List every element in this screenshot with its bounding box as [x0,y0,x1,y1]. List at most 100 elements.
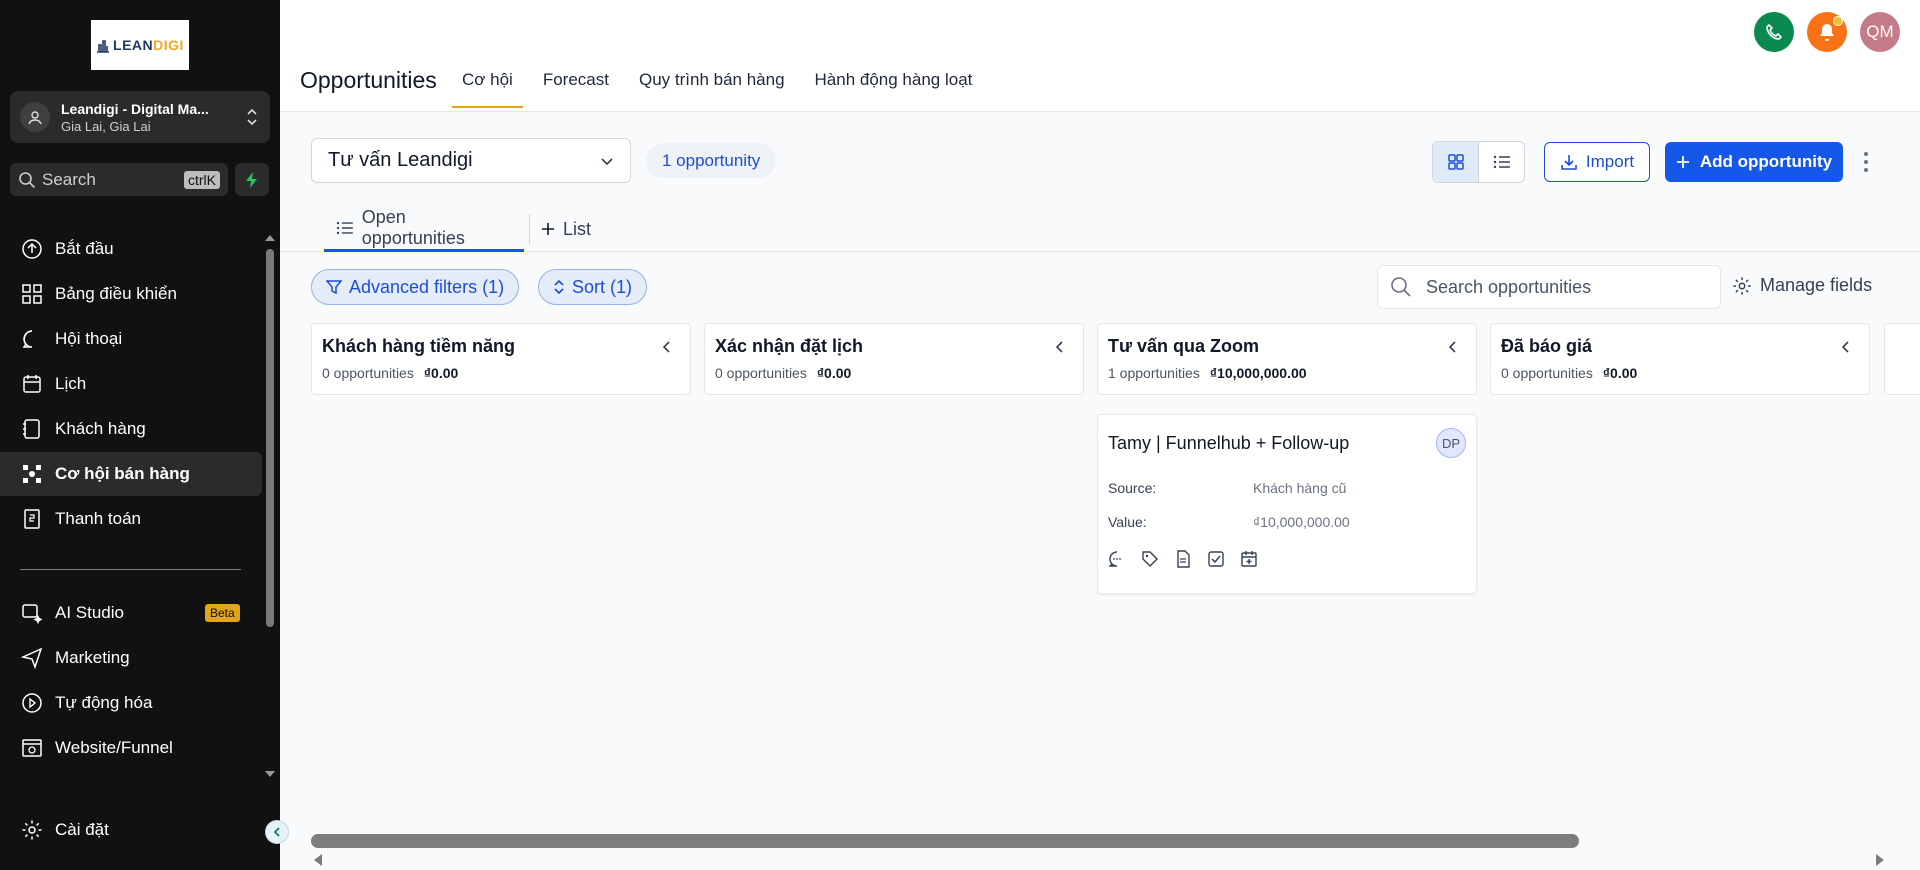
view-toggle [1432,141,1525,183]
nav-item-ai-studio[interactable]: AI Studio Beta [0,591,262,635]
opportunity-card[interactable]: Tamy | Funnelhub + Follow-up DP Source: … [1097,414,1477,594]
account-name: Leandigi - Digital Ma... [61,100,209,117]
add-opportunity-button[interactable]: Add opportunity [1665,142,1843,182]
account-switcher[interactable]: Leandigi - Digital Ma... Gia Lai, Gia La… [10,91,270,143]
filters-label: Advanced filters (1) [349,276,505,297]
tab-open-opportunities[interactable]: Open opportunities [324,206,524,252]
appointment-icon[interactable] [1240,550,1260,570]
nav-divider [20,569,241,570]
sort-button[interactable]: Sort (1) [538,269,648,305]
stage-count: 0 opportunities [715,365,807,381]
tab-forecast[interactable]: Forecast [543,60,609,100]
manage-fields-label: Manage fields [1760,275,1873,295]
board-horizontal-scrollbar[interactable] [311,834,1920,870]
import-label: Import [1585,152,1635,171]
nav-item-website[interactable]: Website/Funnel [0,726,262,770]
phone-icon [1766,23,1783,40]
nav-label: Website/Funnel [55,738,173,757]
nav-label: Cơ hội bán hàng [55,464,190,483]
nav-item-settings[interactable]: Cài đặt [0,808,262,852]
collapse-column-icon[interactable] [1446,340,1460,354]
calendar-icon [20,372,44,396]
stage-column-header[interactable]: Đã báo giá 0 opportunities ₫0.00 [1490,323,1870,395]
horizontal-scroll-thumb[interactable] [311,834,1579,848]
nav-item-automation[interactable]: Tự động hóa [0,681,262,725]
nav-item-calendar[interactable]: Lịch [0,362,262,406]
task-icon[interactable] [1207,550,1227,570]
message-icon[interactable] [1108,550,1128,570]
tab-sales-process[interactable]: Quy trình bán hàng [639,60,785,100]
note-icon[interactable] [1174,550,1194,570]
nav-label: Bắt đầu [55,239,114,258]
scroll-left-icon[interactable] [314,854,322,866]
add-list-tab[interactable]: List [541,206,591,252]
more-options-icon[interactable] [1858,149,1874,175]
list-view-button[interactable] [1478,142,1524,182]
phone-button[interactable] [1754,12,1794,52]
scroll-up-icon [265,235,275,241]
nav-item-payments[interactable]: Thanh toán [0,497,262,541]
logo-mark-icon [97,40,110,53]
stage-count: 0 opportunities [322,365,414,381]
nav-item-opportunities[interactable]: Cơ hội bán hàng [0,452,262,496]
brand-logo[interactable]: LEAN DIGI [91,20,189,70]
search-opportunities-input[interactable]: Search opportunities [1377,265,1721,309]
sidebar-search[interactable]: Search ctrlK [10,163,228,196]
stage-value: ₫0.00 [816,365,852,381]
list-icon [336,221,353,234]
stage-column-header[interactable]: Khách hàng tiềm năng 0 opportunities ₫0.0… [311,323,691,395]
advanced-filters-button[interactable]: Advanced filters (1) [311,269,520,305]
header-tabs: Cơ hội Forecast Quy trình bán hàng Hành … [452,60,1002,108]
view-tabs: Open opportunities List [280,206,1920,252]
nav-label: Marketing [55,648,130,667]
page-title: Opportunities [300,67,437,93]
nav-label: Khách hàng [55,419,146,438]
main-content: Tư vấn Leandigi 1 opportunity Import Add… [280,112,1920,870]
chevron-updown-icon [247,108,257,126]
stage-title: Đã báo giá [1501,336,1593,356]
sort-label: Sort (1) [572,276,633,297]
stage-column-header-partial[interactable] [1884,323,1920,395]
collapse-column-icon[interactable] [1839,340,1853,354]
notification-dot [1833,16,1843,26]
nav-item-dashboard[interactable]: Bảng điều khiển [0,272,262,316]
manage-fields-button[interactable]: Manage fields [1732,275,1872,296]
plus-icon [542,223,554,235]
user-avatar[interactable]: QM [1860,12,1900,52]
sidebar-scrollbar[interactable] [262,227,278,787]
opportunity-title: Tamy | Funnelhub + Follow-up [1108,433,1350,453]
nav-label: Lịch [55,374,87,393]
grid-view-button[interactable] [1433,142,1478,182]
add-opportunity-label: Add opportunity [1699,152,1833,171]
tab-opportunities[interactable]: Cơ hội [452,60,523,108]
automation-icon [20,691,44,715]
stage-value: ₫10,000,000.00 [1209,365,1307,381]
nav-item-start[interactable]: Bắt đầu [0,227,262,271]
scroll-right-icon[interactable] [1876,854,1884,866]
grid-icon [1447,154,1464,170]
nav-item-contacts[interactable]: Khách hàng [0,407,262,451]
sidebar-scroll-thumb[interactable] [266,249,274,627]
chat-icon [20,327,44,351]
nav-item-conversations[interactable]: Hội thoại [0,317,262,361]
import-button[interactable]: Import [1544,142,1650,182]
stage-count: 1 opportunities [1108,365,1200,381]
plus-icon [1676,156,1689,168]
tab-divider [529,214,530,244]
tab-bulk-actions[interactable]: Hành động hàng loạt [815,60,973,100]
collapse-column-icon[interactable] [660,340,674,354]
stage-column-header[interactable]: Xác nhận đặt lịch 0 opportunities ₫0.00 [704,323,1084,395]
lightning-icon [246,171,257,188]
nav-item-marketing[interactable]: Marketing [0,636,262,680]
collapse-column-icon[interactable] [1053,340,1067,354]
assignee-avatar[interactable]: DP [1436,428,1466,458]
nav-label: Bảng điều khiển [55,284,177,303]
stage-count: 0 opportunities [1501,365,1593,381]
notifications-button[interactable] [1807,12,1847,52]
main-nav: Bắt đầu Bảng điều khiển Hội thoại Lịch K… [0,227,262,542]
quick-action-button[interactable] [235,163,269,196]
stage-column-header[interactable]: Tư vấn qua Zoom 1 opportunities ₫10,000,0… [1097,323,1477,395]
gear-icon [20,818,44,842]
tag-icon[interactable] [1141,550,1161,570]
pipeline-select[interactable]: Tư vấn Leandigi [311,138,631,183]
